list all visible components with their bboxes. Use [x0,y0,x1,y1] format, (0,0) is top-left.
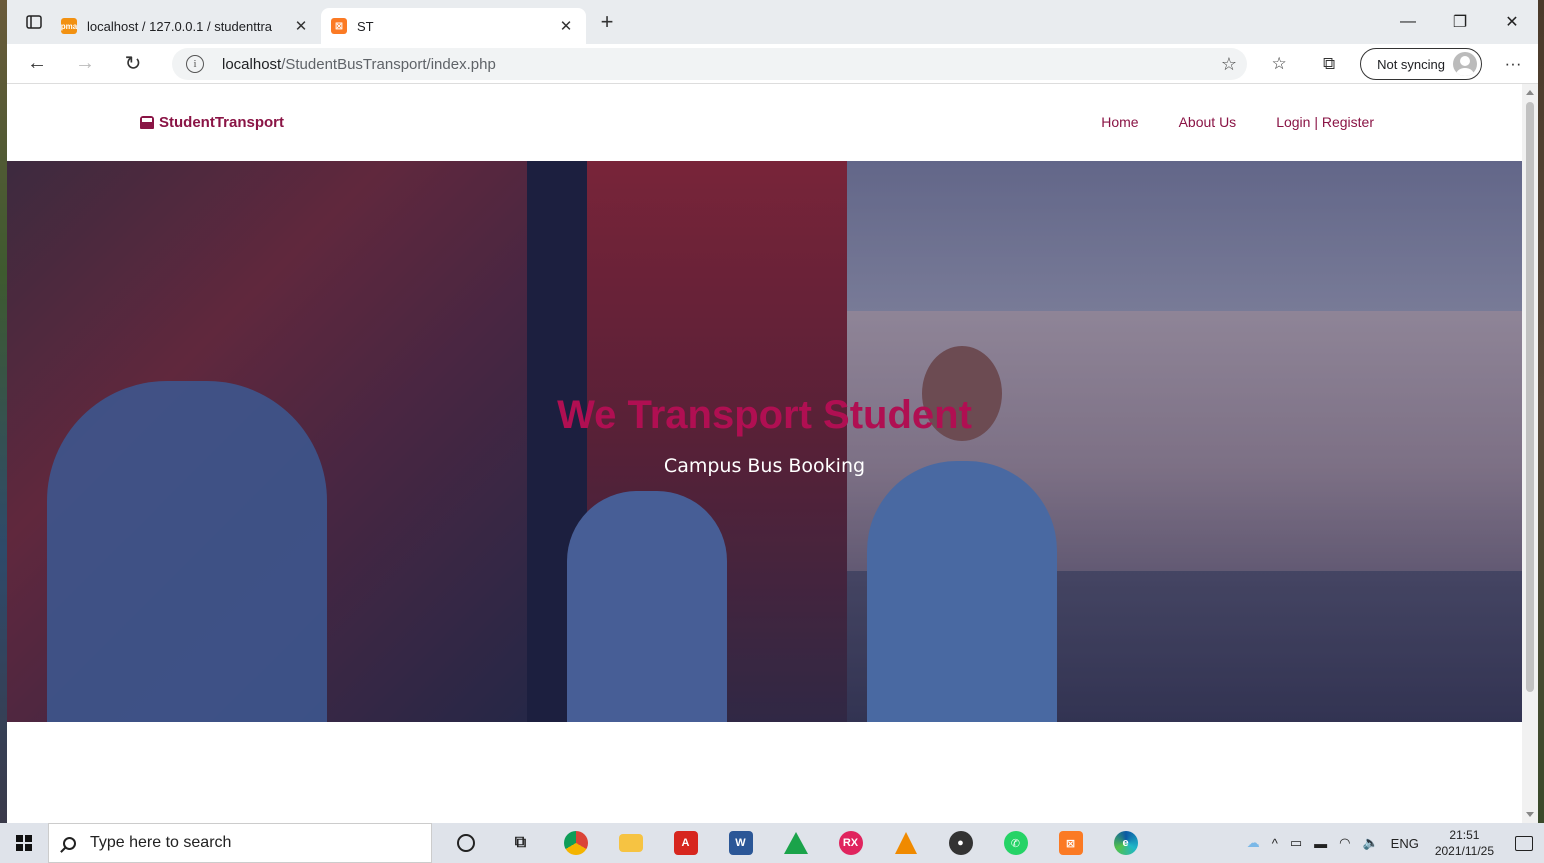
xampp-icon: ⊠ [1058,831,1083,855]
address-bar: ← → ↻ i localhost/StudentBusTransport/in… [7,44,1538,84]
wifi-icon[interactable]: ◠ [1339,835,1350,851]
scroll-up-icon[interactable] [1526,90,1534,95]
taskbar: Type here to search ⧉ A W RX ● ✆ ⊠ e ☁ ^… [0,823,1544,863]
hero-subtitle: Campus Bus Booking [663,455,866,477]
xampp-icon: ⊠ [331,18,347,34]
word-button[interactable]: W [713,823,768,863]
hero-title: We Transport Student [557,393,972,437]
media-player-button[interactable]: ● [933,823,988,863]
site-navbar: StudentTransport Home About Us Login | R… [7,84,1522,161]
scroll-down-icon[interactable] [1526,812,1534,817]
favorites-icon[interactable]: ☆ [1254,44,1304,84]
rx-button[interactable]: RX [823,823,878,863]
page-viewport: StudentTransport Home About Us Login | R… [7,84,1522,823]
acrobat-icon: A [673,831,698,855]
sync-label: Not syncing [1377,56,1445,72]
nav-login-register-link[interactable]: Login | Register [1276,114,1374,130]
system-tray: ☁ ^ ▭ ▬ ◠ 🔈 ENG 21:51 2021/11/25 [1241,823,1544,863]
back-button[interactable]: ← [13,44,61,84]
notification-icon [1515,835,1533,851]
close-icon[interactable]: ✕ [291,17,311,35]
profile-sync-button[interactable]: Not syncing [1360,48,1482,80]
avatar [1453,52,1477,76]
xampp-button[interactable]: ⊠ [1043,823,1098,863]
info-icon[interactable]: i [186,55,204,73]
start-button[interactable] [0,823,48,863]
onedrive-icon[interactable]: ☁ [1247,835,1260,851]
minimize-button[interactable]: — [1382,0,1434,44]
word-icon: W [728,831,753,855]
clock[interactable]: 21:51 2021/11/25 [1435,827,1494,859]
clock-date: 2021/11/25 [1434,844,1494,858]
bus-icon [140,116,154,129]
whatsapp-button[interactable]: ✆ [988,823,1043,863]
file-explorer-button[interactable] [603,823,658,863]
tab-actions-icon [26,15,42,29]
tab-title: ST [357,18,374,34]
refresh-button[interactable]: ↻ [109,44,157,84]
nav-home-link[interactable]: Home [1101,114,1138,130]
taskbar-search[interactable]: Type here to search [48,823,432,863]
url-path: /StudentBusTransport/index.php [281,55,496,73]
brand-link[interactable]: StudentTransport [140,114,284,131]
close-window-button[interactable]: ✕ [1486,0,1538,44]
media-player-icon: ● [948,831,973,855]
cortana-button[interactable] [438,823,493,863]
search-placeholder: Type here to search [90,834,232,851]
cortana-icon [456,834,475,852]
close-icon[interactable]: ✕ [556,17,576,35]
task-view-icon: ⧉ [514,834,527,851]
rx-icon: RX [838,831,863,855]
window-controls: — ❐ ✕ [1382,0,1538,44]
url-host: localhost [222,55,282,73]
hero-overlay [7,161,1522,722]
tab-st[interactable]: ⊠ ST ✕ [321,8,586,44]
url-field[interactable]: i localhost/StudentBusTransport/index.ph… [172,48,1247,80]
chrome-icon [563,831,588,855]
browser-window: pma localhost / 127.0.0.1 / studenttra ✕… [7,0,1538,823]
task-view-button[interactable]: ⧉ [493,823,548,863]
browser-toolbar: ☆ ⧉ Not syncing ··· [1254,44,1538,84]
file-explorer-icon [618,834,643,852]
forward-button[interactable]: → [61,44,109,84]
page-scrollbar[interactable] [1522,84,1538,823]
battery-icon[interactable]: ▬ [1314,836,1327,851]
desktop-wallpaper-left [0,0,7,823]
android-studio-button[interactable] [768,823,823,863]
language-indicator[interactable]: ENG [1391,836,1419,851]
phpmyadmin-icon: pma [61,18,77,34]
vlc-button[interactable] [878,823,933,863]
new-tab-button[interactable]: + [592,9,622,35]
taskbar-apps: ⧉ A W RX ● ✆ ⊠ e [438,823,1153,863]
meet-now-icon[interactable]: ▭ [1290,835,1302,851]
chevron-up-icon[interactable]: ^ [1272,836,1278,851]
whatsapp-icon: ✆ [1003,831,1028,855]
search-icon [63,836,76,850]
volume-icon[interactable]: 🔈 [1362,835,1378,851]
edge-button[interactable]: e [1098,823,1153,863]
collections-icon[interactable]: ⧉ [1304,44,1354,84]
android-studio-icon [783,832,808,854]
windows-icon [16,835,32,851]
clock-time: 21:51 [1449,828,1480,842]
edge-icon: e [1113,831,1138,855]
add-favorite-icon[interactable]: ☆ [1221,54,1237,75]
tab-phpmyadmin[interactable]: pma localhost / 127.0.0.1 / studenttra ✕ [51,8,321,44]
scroll-thumb[interactable] [1526,102,1534,692]
hero-banner: We Transport Student Campus Bus Booking [7,161,1522,722]
acrobat-button[interactable]: A [658,823,713,863]
nav-links: Home About Us Login | Register [1061,114,1374,130]
more-icon[interactable]: ··· [1488,44,1538,84]
notification-button[interactable] [1504,823,1544,863]
desktop-wallpaper-right [1538,0,1544,823]
restore-button[interactable]: ❐ [1434,0,1486,44]
chrome-button[interactable] [548,823,603,863]
tab-bar: pma localhost / 127.0.0.1 / studenttra ✕… [7,0,1538,44]
tab-actions-button[interactable] [17,7,51,37]
vlc-icon [894,832,917,854]
brand-text: StudentTransport [159,114,285,131]
tab-title: localhost / 127.0.0.1 / studenttra [87,18,273,34]
nav-about-link[interactable]: About Us [1179,114,1237,130]
